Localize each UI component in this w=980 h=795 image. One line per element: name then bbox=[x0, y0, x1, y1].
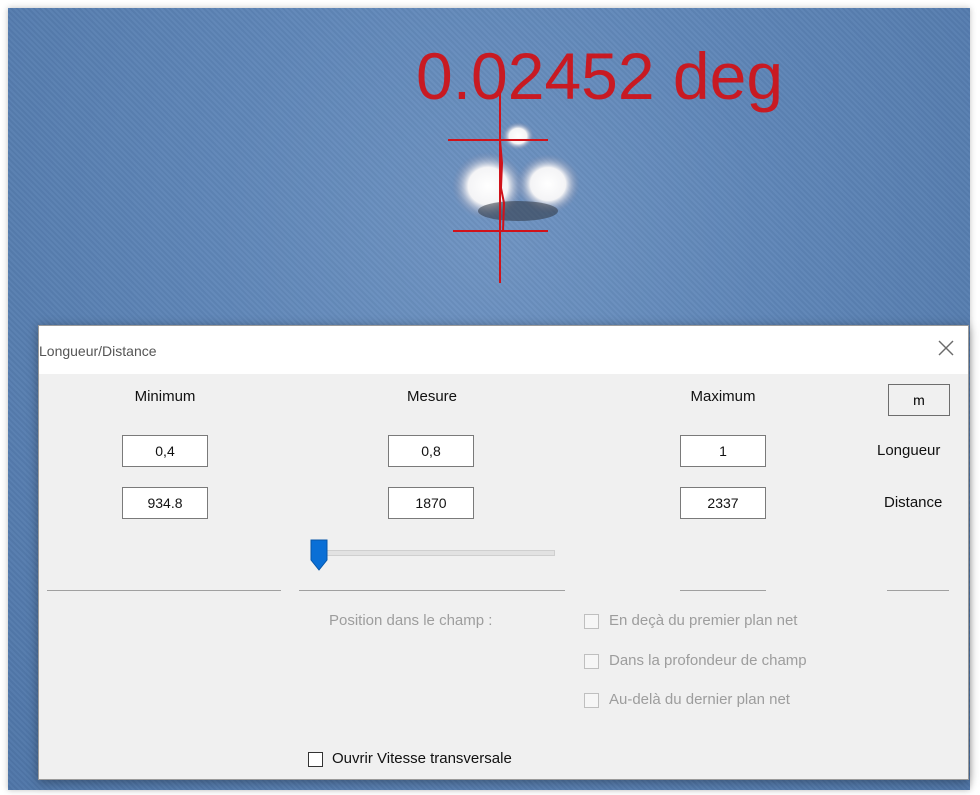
position-label: Position dans le champ : bbox=[329, 612, 493, 629]
option-checkbox-within[interactable] bbox=[584, 654, 599, 669]
distance-min-field[interactable]: 934.8 bbox=[122, 487, 208, 519]
position-slider-track[interactable] bbox=[313, 550, 555, 556]
option-checkbox-before[interactable] bbox=[584, 614, 599, 629]
distance-row-label: Distance bbox=[884, 494, 943, 511]
separator-right bbox=[887, 590, 949, 591]
length-measure-field[interactable]: 0,8 bbox=[388, 435, 474, 467]
dialog-titlebar: Longueur/Distance bbox=[39, 326, 968, 374]
column-header-maximum: Maximum bbox=[690, 388, 756, 405]
distance-measure-field[interactable]: 1870 bbox=[388, 487, 474, 519]
position-slider-thumb[interactable] bbox=[309, 538, 329, 572]
option-label-before: En deçà du premier plan net bbox=[609, 612, 798, 629]
column-header-measure: Mesure bbox=[406, 388, 458, 405]
column-header-minimum: Minimum bbox=[134, 388, 196, 405]
option-checkbox-beyond[interactable] bbox=[584, 693, 599, 708]
distance-max-field[interactable]: 2337 bbox=[680, 487, 766, 519]
option-label-within: Dans la profondeur de champ bbox=[609, 652, 807, 669]
option-label-beyond: Au-delà du dernier plan net bbox=[609, 691, 790, 708]
unit-button[interactable]: m bbox=[888, 384, 950, 416]
crosshair bbox=[448, 93, 548, 283]
transverse-speed-checkbox[interactable] bbox=[308, 752, 323, 767]
length-row-label: Longueur bbox=[877, 442, 941, 459]
length-max-field[interactable]: 1 bbox=[680, 435, 766, 467]
close-icon[interactable] bbox=[936, 338, 956, 358]
dialog-title: Longueur/Distance bbox=[39, 343, 157, 359]
length-distance-dialog: Longueur/Distance Minimum Mesure Maximum… bbox=[38, 325, 969, 780]
separator-left bbox=[47, 590, 281, 591]
length-min-field[interactable]: 0,4 bbox=[122, 435, 208, 467]
measurement-overlay-text: 0.02452 deg bbox=[416, 39, 784, 113]
transverse-speed-label: Ouvrir Vitesse transversale bbox=[332, 750, 512, 767]
separator-center bbox=[299, 590, 565, 591]
separator-max bbox=[680, 590, 766, 591]
